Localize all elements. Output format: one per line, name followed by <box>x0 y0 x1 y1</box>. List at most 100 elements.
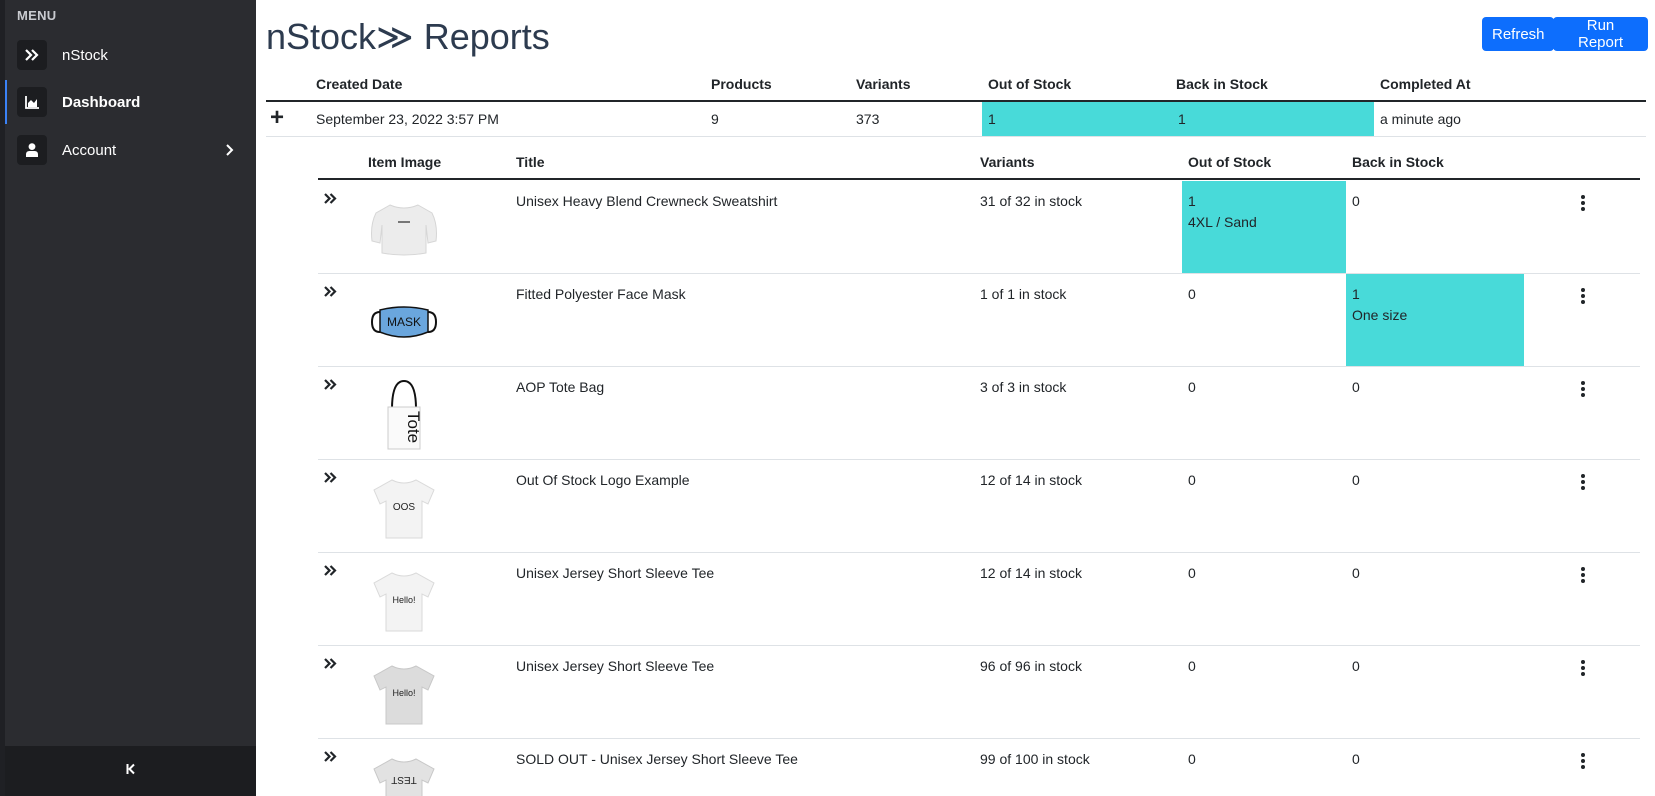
item-title: Fitted Polyester Face Mask <box>516 286 686 302</box>
menu-label: MENU <box>17 8 57 23</box>
double-chevron-right-icon[interactable] <box>324 377 337 393</box>
item-variants: 12 of 14 in stock <box>980 565 1082 581</box>
tote-image-text: Tote <box>404 411 423 443</box>
created-date: September 23, 2022 3:57 PM <box>316 111 499 127</box>
product-image-tshirt-grey: Hello! <box>368 658 440 730</box>
column-header-back-in-stock: Back in Stock <box>1352 154 1444 170</box>
back-in-stock-count: 0 <box>1352 379 1360 395</box>
more-options-icon[interactable] <box>1580 474 1586 493</box>
product-image-tshirt: Hello! <box>368 565 440 637</box>
sidebar-item-label: Account <box>62 141 117 159</box>
table-row[interactable]: Tote AOP Tote Bag 3 of 3 in stock 0 0 <box>318 367 1640 460</box>
table-row[interactable]: Unisex Heavy Blend Crewneck Sweatshirt 3… <box>318 181 1640 274</box>
more-options-icon[interactable] <box>1580 753 1586 772</box>
chevron-right-icon <box>226 143 234 161</box>
item-title: Unisex Heavy Blend Crewneck Sweatshirt <box>516 193 778 209</box>
product-image-tote-bag: Tote <box>368 379 440 451</box>
back-in-stock-count: 0 <box>1352 565 1360 581</box>
more-options-icon[interactable] <box>1580 288 1586 307</box>
table-row[interactable]: TEST SOLD OUT - Unisex Jersey Short Slee… <box>318 739 1640 796</box>
column-header-variants: Variants <box>856 76 911 92</box>
double-chevron-right-icon[interactable] <box>324 470 337 486</box>
column-header-title: Title <box>516 154 545 170</box>
item-title: Unisex Jersey Short Sleeve Tee <box>516 658 715 674</box>
tshirt-image-text: TEST <box>391 774 417 785</box>
run-report-button[interactable]: Run Report <box>1553 17 1648 51</box>
bar-chart-icon <box>17 87 47 117</box>
table-row[interactable]: Hello! Unisex Jersey Short Sleeve Tee 12… <box>318 553 1640 646</box>
item-title: SOLD OUT - Unisex Jersey Short Sleeve Te… <box>516 751 798 767</box>
mask-image-text: MASK <box>387 315 421 329</box>
back-in-stock-highlight <box>1172 102 1374 136</box>
item-variants: 12 of 14 in stock <box>980 472 1082 488</box>
expand-plus-icon[interactable]: + <box>270 106 284 130</box>
more-options-icon[interactable] <box>1580 381 1586 400</box>
page-title: nStock≫ Reports <box>266 16 550 57</box>
main-content: nStock≫ Reports Refresh Run Report Creat… <box>256 0 1655 796</box>
product-image-tshirt-grey: TEST <box>368 751 440 796</box>
out-of-stock-count: 0 <box>1188 286 1196 302</box>
out-of-stock-count: 0 <box>1188 472 1196 488</box>
column-header-created-date: Created Date <box>316 76 403 92</box>
variants-count: 373 <box>856 111 880 127</box>
out-of-stock-detail: 4XL / Sand <box>1188 214 1257 230</box>
back-in-stock-count: 1 <box>1178 111 1186 127</box>
back-in-stock-count: 0 <box>1352 472 1360 488</box>
collapse-left-icon <box>126 762 136 780</box>
double-chevron-right-icon[interactable] <box>324 284 337 300</box>
sidebar-item-account[interactable]: Account <box>5 128 256 172</box>
column-header-out-of-stock: Out of Stock <box>988 76 1072 92</box>
tshirt-image-text: Hello! <box>392 688 415 698</box>
sidebar-item-dashboard[interactable]: Dashboard <box>5 80 256 124</box>
table-row[interactable]: OOS Out Of Stock Logo Example 12 of 14 i… <box>318 460 1640 553</box>
item-variants: 96 of 96 in stock <box>980 658 1082 674</box>
more-options-icon[interactable] <box>1580 567 1586 586</box>
sidebar-collapse-button[interactable] <box>5 746 256 796</box>
report-row[interactable]: + September 23, 2022 3:57 PM 9 373 1 1 a… <box>266 102 1646 137</box>
out-of-stock-count: 0 <box>1188 658 1196 674</box>
more-options-icon[interactable] <box>1580 660 1586 679</box>
back-in-stock-count: 1 <box>1352 286 1360 302</box>
out-of-stock-count: 0 <box>1188 565 1196 581</box>
double-chevron-right-icon[interactable] <box>324 563 337 579</box>
back-in-stock-count: 0 <box>1352 751 1360 767</box>
item-variants: 1 of 1 in stock <box>980 286 1067 302</box>
double-chevron-right-icon[interactable] <box>324 191 337 207</box>
column-header-products: Products <box>711 76 772 92</box>
item-title: Out Of Stock Logo Example <box>516 472 690 488</box>
item-title: AOP Tote Bag <box>516 379 605 395</box>
completed-at: a minute ago <box>1380 111 1461 127</box>
sidebar-item-label: Dashboard <box>62 93 141 111</box>
item-variants: 31 of 32 in stock <box>980 193 1082 209</box>
item-variants: 99 of 100 in stock <box>980 751 1090 767</box>
column-header-item-image: Item Image <box>368 154 442 170</box>
sidebar-item-label: nStock <box>62 46 108 64</box>
refresh-button[interactable]: Refresh <box>1482 17 1554 51</box>
items-table-header: Item Image Title Variants Out of Stock B… <box>318 148 1640 180</box>
out-of-stock-highlight <box>982 102 1172 136</box>
back-in-stock-count: 0 <box>1352 193 1360 209</box>
product-image-face-mask: MASK <box>368 286 440 358</box>
tshirt-image-text: Hello! <box>392 595 415 605</box>
out-of-stock-count: 0 <box>1188 751 1196 767</box>
back-in-stock-detail: One size <box>1352 307 1408 323</box>
out-of-stock-count: 0 <box>1188 379 1196 395</box>
column-header-variants: Variants <box>980 154 1035 170</box>
user-icon <box>17 135 47 165</box>
product-image-sweatshirt <box>368 193 440 265</box>
double-chevron-right-icon[interactable] <box>324 656 337 672</box>
table-row[interactable]: MASK Fitted Polyester Face Mask 1 of 1 i… <box>318 274 1640 367</box>
item-title: Unisex Jersey Short Sleeve Tee <box>516 565 715 581</box>
column-header-back-in-stock: Back in Stock <box>1176 76 1268 92</box>
out-of-stock-count: 1 <box>988 111 996 127</box>
report-table-header: Created Date Products Variants Out of St… <box>266 72 1646 102</box>
sidebar-item-nstock[interactable]: nStock <box>5 33 256 77</box>
more-options-icon[interactable] <box>1580 195 1586 214</box>
sidebar: MENU nStock Dashboard Account <box>0 0 256 796</box>
tshirt-image-text: OOS <box>393 502 416 513</box>
column-header-completed-at: Completed At <box>1380 76 1471 92</box>
double-chevron-right-icon <box>17 40 47 70</box>
double-chevron-right-icon[interactable] <box>324 749 337 765</box>
back-in-stock-count: 0 <box>1352 658 1360 674</box>
table-row[interactable]: Hello! Unisex Jersey Short Sleeve Tee 96… <box>318 646 1640 739</box>
